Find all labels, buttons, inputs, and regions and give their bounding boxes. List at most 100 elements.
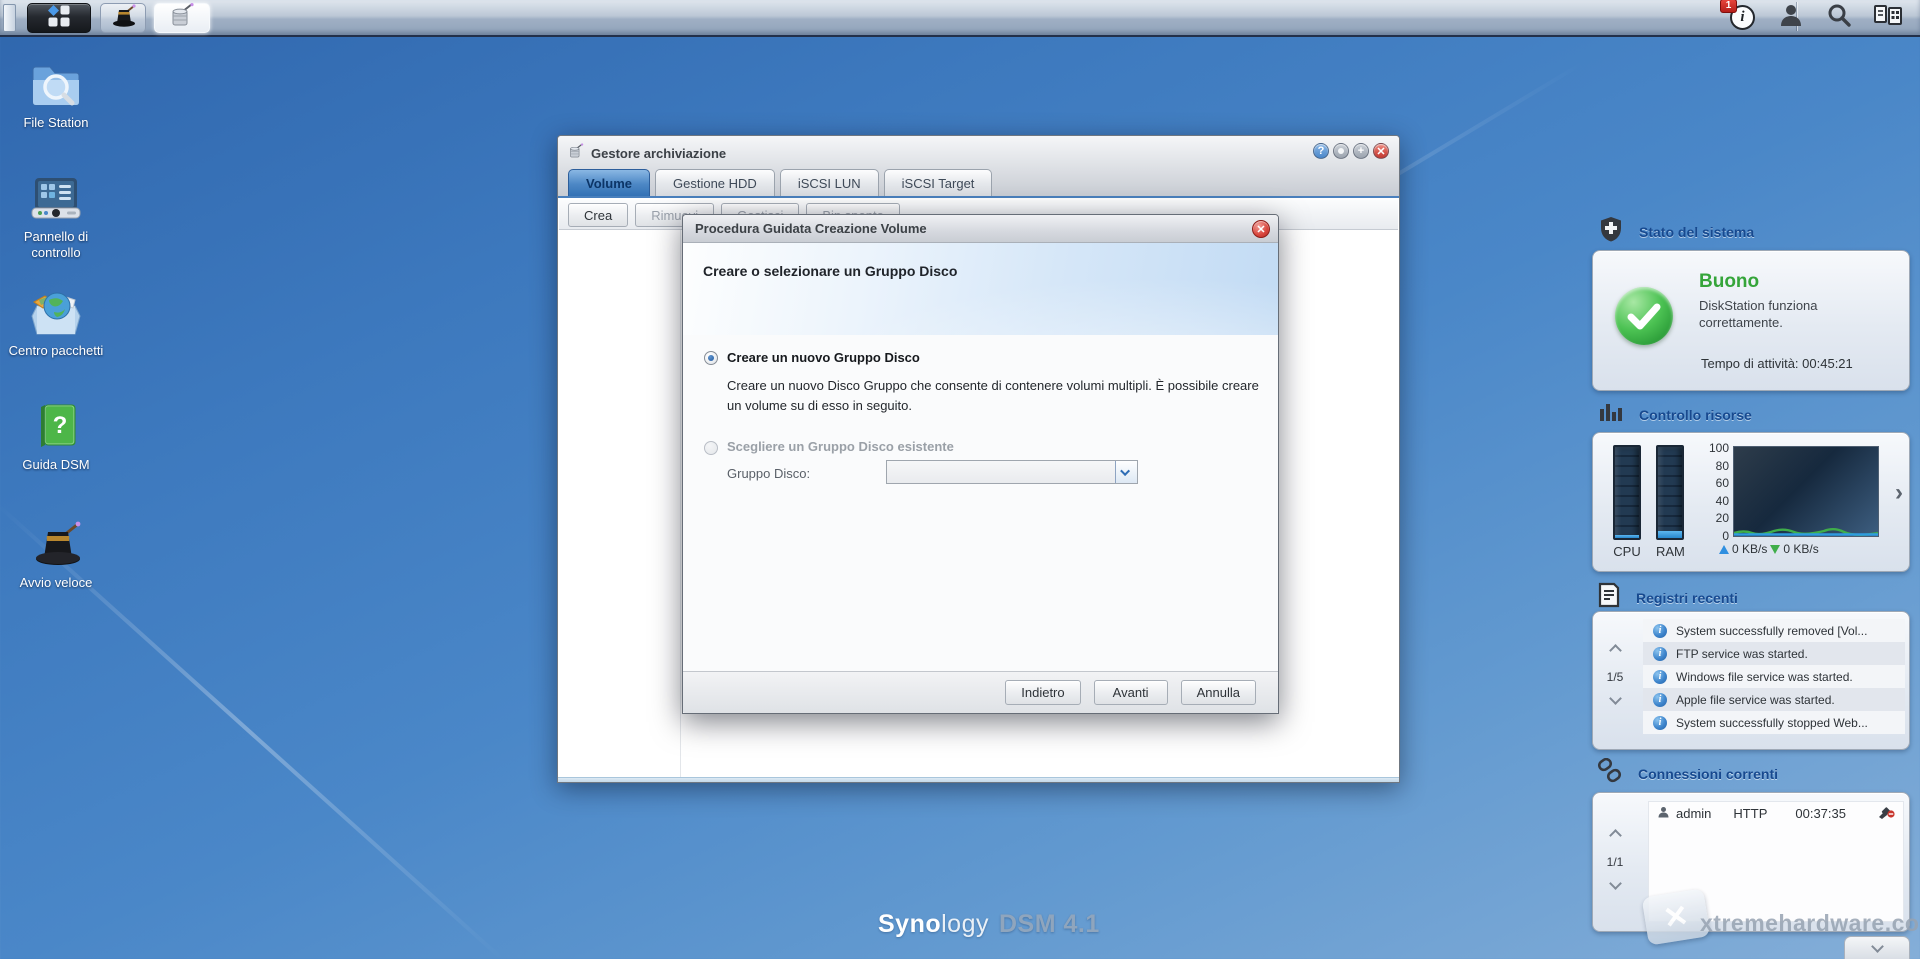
axis-tick: 80 — [1715, 458, 1729, 473]
magic-hat-icon — [28, 518, 84, 570]
tab-gestione-hdd[interactable]: Gestione HDD — [655, 169, 775, 196]
cpu-label: CPU — [1613, 544, 1641, 559]
notifications-button[interactable]: i 1 — [1720, 0, 1756, 31]
storage-manager-icon — [568, 143, 584, 163]
log-text: Windows file service was started. — [1676, 669, 1853, 684]
window-titlebar[interactable]: Gestore archiviazione — [568, 143, 726, 163]
widget-panel-collapse-button[interactable] — [1844, 936, 1910, 959]
status-value: Buono — [1699, 271, 1760, 292]
connection-user: admin — [1676, 806, 1712, 821]
taskbar-app-quick-start[interactable] — [100, 3, 146, 33]
log-row[interactable]: i FTP service was started. — [1643, 642, 1905, 665]
page-indicator: 1/5 — [1606, 670, 1624, 684]
search-button[interactable] — [1826, 2, 1852, 33]
desktop-icon-dsm-help[interactable]: ? Guida DSM — [6, 400, 106, 473]
download-arrow-icon — [1770, 544, 1781, 554]
log-row[interactable]: i System successfully stopped Web... — [1643, 711, 1905, 734]
desktop-icon-quick-start[interactable]: Avvio veloce — [6, 518, 106, 591]
volume-creation-wizard-dialog: Procedura Guidata Creazione Volume ✕ Cre… — [682, 214, 1279, 714]
create-disk-group-description: Creare un nuovo Disco Gruppo che consent… — [727, 378, 1259, 413]
logs-pager: 1/5 — [1601, 642, 1629, 708]
desktop-icon-label: File Station — [23, 115, 89, 130]
info-icon: i — [1653, 692, 1667, 707]
window-minimize-button[interactable] — [1333, 143, 1349, 159]
main-menu-icon — [47, 4, 71, 33]
logo-bold: Syno — [878, 910, 942, 938]
tab-volume[interactable]: Volume — [568, 169, 650, 196]
tab-iscsi-lun[interactable]: iSCSI LUN — [779, 169, 879, 196]
dialog-close-button[interactable]: ✕ — [1252, 220, 1270, 238]
recent-logs-panel: 1/5 i System successfully removed [Vol...… — [1592, 611, 1910, 750]
page-down-button[interactable] — [1608, 692, 1622, 705]
window-close-button[interactable]: ✕ — [1373, 143, 1389, 159]
connections-header: Connessioni correnti — [1597, 757, 1778, 789]
expand-resource-monitor-button[interactable]: › — [1895, 479, 1903, 507]
info-icon: i — [1653, 646, 1667, 661]
desktop-icon-control-panel[interactable]: Pannello di controllo — [6, 172, 106, 262]
main-menu-button[interactable] — [27, 3, 91, 33]
window-status-strip — [558, 777, 1399, 782]
recent-logs-header: Registri recenti — [1597, 582, 1738, 613]
system-status-panel: Buono DiskStation funziona correttamente… — [1592, 250, 1910, 391]
window-tabs: Volume Gestione HDD iSCSI LUN iSCSI Targ… — [568, 169, 993, 196]
show-desktop-button[interactable] — [3, 4, 16, 32]
system-status-header: Stato del sistema — [1598, 216, 1754, 247]
log-row[interactable]: i System successfully removed [Vol... — [1643, 619, 1905, 642]
next-button[interactable]: Avanti — [1093, 680, 1168, 705]
window-maximize-button[interactable]: + — [1353, 143, 1369, 159]
file-station-icon — [28, 58, 84, 110]
ram-gauge — [1656, 445, 1684, 540]
select-arrow-button[interactable] — [1115, 461, 1137, 483]
cancel-button[interactable]: Annulla — [1180, 680, 1256, 705]
bar-chart-icon — [1598, 399, 1624, 430]
watermark-text: xtremehardware.com — [1700, 910, 1920, 936]
desktop-icon-file-station[interactable]: File Station — [6, 58, 106, 131]
synology-dsm-logo: Synology DSM 4.1 — [878, 910, 1100, 939]
minimize-dot — [1338, 148, 1344, 154]
taskbar-app-storage-manager[interactable] — [154, 2, 210, 33]
pilot-view-button[interactable] — [1874, 3, 1902, 32]
disk-group-field-label: Gruppo Disco: — [727, 466, 811, 481]
create-button[interactable]: Crea — [568, 203, 629, 227]
logo-light: logy — [941, 910, 989, 938]
taskbar-right-tray: i 1 — [1712, 0, 1920, 35]
desktop-icon-package-center[interactable]: Centro pacchetti — [6, 286, 106, 359]
page-down-button[interactable] — [1608, 877, 1622, 890]
log-row[interactable]: i Apple file service was started. — [1643, 688, 1905, 711]
desktop-icon-label: Pannello di controllo — [23, 229, 89, 261]
uptime-text: Tempo di attività: 00:45:21 — [1701, 356, 1853, 371]
chevron-down-icon — [1870, 939, 1884, 953]
chevron-down-icon — [1120, 465, 1131, 476]
disk-group-select[interactable] — [886, 460, 1138, 484]
help-book-icon: ? — [28, 400, 84, 452]
page-up-button[interactable] — [1608, 644, 1622, 657]
user-account-button[interactable] — [1778, 2, 1804, 33]
back-button[interactable]: Indietro — [1005, 680, 1081, 705]
log-document-icon — [1597, 582, 1621, 613]
window-help-button[interactable]: ? — [1313, 143, 1329, 159]
connection-time: 00:37:35 — [1795, 806, 1846, 821]
page-up-button[interactable] — [1608, 829, 1622, 842]
status-ok-icon — [1615, 287, 1673, 345]
disconnect-icon[interactable] — [1877, 805, 1895, 822]
log-text: Apple file service was started. — [1676, 692, 1835, 707]
create-disk-group-label: Creare un nuovo Gruppo Disco — [727, 350, 920, 365]
widget-title: Registri recenti — [1636, 589, 1738, 606]
notification-badge: 1 — [1720, 0, 1737, 13]
page-indicator: 1/1 — [1606, 855, 1624, 869]
dialog-titlebar[interactable]: Procedura Guidata Creazione Volume ✕ — [683, 215, 1278, 243]
log-text: FTP service was started. — [1676, 646, 1808, 661]
dsm-version: DSM 4.1 — [999, 910, 1100, 938]
user-icon — [1657, 805, 1670, 822]
connection-row[interactable]: admin HTTP 00:37:35 — [1649, 802, 1903, 825]
dialog-title: Procedura Guidata Creazione Volume — [695, 221, 927, 236]
shield-icon — [1598, 216, 1624, 247]
connections-pager: 1/1 — [1601, 827, 1629, 893]
choose-disk-group-radio[interactable] — [704, 441, 718, 455]
create-disk-group-radio[interactable] — [704, 351, 718, 365]
log-row[interactable]: i Windows file service was started. — [1643, 665, 1905, 688]
tab-iscsi-target[interactable]: iSCSI Target — [883, 169, 993, 196]
chain-link-icon — [1597, 757, 1623, 789]
column-divider — [680, 230, 681, 777]
download-value: 0 KB/s — [1783, 542, 1819, 556]
